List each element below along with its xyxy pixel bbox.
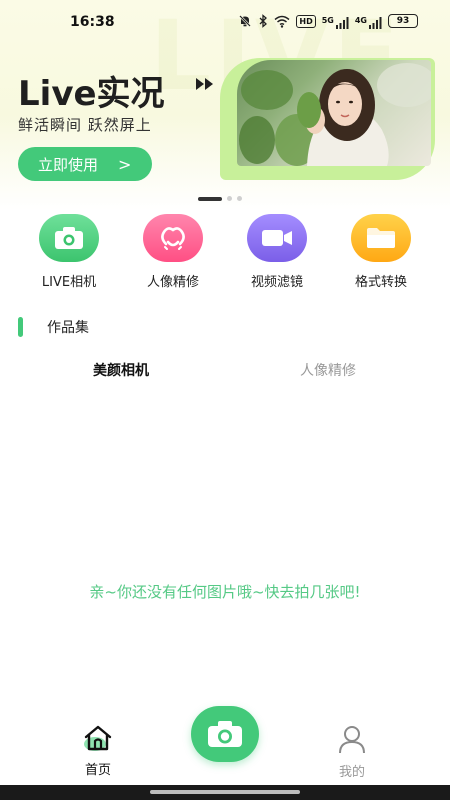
use-now-label: 立即使用	[38, 155, 99, 174]
capture-camera-button[interactable]	[191, 706, 259, 762]
empty-state-message: 亲~你还没有任何图片哦~快去拍几张吧!	[89, 583, 361, 601]
gallery-tabs: 美颜相机 人像精修	[0, 360, 450, 384]
section-header: 作品集	[18, 316, 89, 338]
bottom-nav: 首页 我的	[0, 700, 450, 785]
status-bar: 16:38 HD 5G 4G 93	[0, 0, 450, 44]
nav-home-label: 首页	[84, 763, 111, 778]
camera-icon	[208, 721, 242, 747]
chevron-right-icon: >	[118, 154, 132, 174]
feature-label: LIVE相机	[41, 275, 97, 290]
feature-label: 格式转换	[354, 275, 407, 290]
status-icons: HD 5G 4G 93	[238, 13, 418, 29]
section-accent-bar	[18, 317, 23, 337]
feature-live-camera[interactable]: LIVE相机	[24, 214, 114, 290]
play-arrows-icon	[196, 78, 213, 90]
tab-beauty-camera[interactable]: 美颜相机	[46, 360, 196, 380]
signal-bars-icon	[369, 17, 382, 29]
hd-badge: HD	[296, 14, 316, 28]
banner-title: Live实况	[18, 74, 165, 114]
carousel-indicator[interactable]	[198, 196, 242, 201]
carousel-dot[interactable]	[227, 196, 232, 201]
folder-icon	[351, 214, 411, 262]
portrait-illustration	[239, 63, 431, 166]
signal-5g: 5G	[322, 13, 349, 29]
signal-bars-icon	[335, 17, 349, 29]
feature-grid: LIVE相机 人像精修 视频滤镜 格式转换	[0, 214, 450, 294]
home-indicator[interactable]	[150, 790, 300, 794]
banner-subtitle: 鲜活瞬间 跃然屏上	[18, 116, 152, 134]
banner-photo	[237, 60, 431, 166]
portrait-retouch-icon	[143, 214, 203, 262]
bluetooth-icon	[259, 14, 268, 28]
video-camera-icon	[247, 214, 307, 262]
feature-format-convert[interactable]: 格式转换	[336, 214, 426, 290]
nav-home[interactable]: 首页	[68, 724, 128, 778]
feature-label: 视频滤镜	[250, 275, 303, 290]
status-time: 16:38	[70, 14, 115, 30]
use-now-button[interactable]: 立即使用 >	[18, 147, 152, 181]
system-nav-bar	[0, 785, 450, 800]
signal-4g: 4G	[355, 13, 382, 29]
wifi-icon	[274, 15, 290, 28]
camera-icon	[39, 214, 99, 262]
nav-mine-label: 我的	[338, 765, 365, 780]
battery-indicator: 93	[388, 14, 418, 28]
feature-label: 人像精修	[146, 275, 199, 290]
feature-portrait-retouch[interactable]: 人像精修	[128, 214, 218, 290]
feature-video-filter[interactable]: 视频滤镜	[232, 214, 322, 290]
carousel-dot-active[interactable]	[198, 196, 222, 201]
mute-bell-icon	[239, 15, 252, 27]
nav-mine[interactable]: 我的	[322, 724, 382, 780]
section-title: 作品集	[47, 320, 89, 336]
tab-portrait-retouch[interactable]: 人像精修	[253, 360, 403, 380]
user-icon	[339, 726, 365, 754]
home-icon	[84, 725, 112, 751]
carousel-dot[interactable]	[237, 196, 242, 201]
